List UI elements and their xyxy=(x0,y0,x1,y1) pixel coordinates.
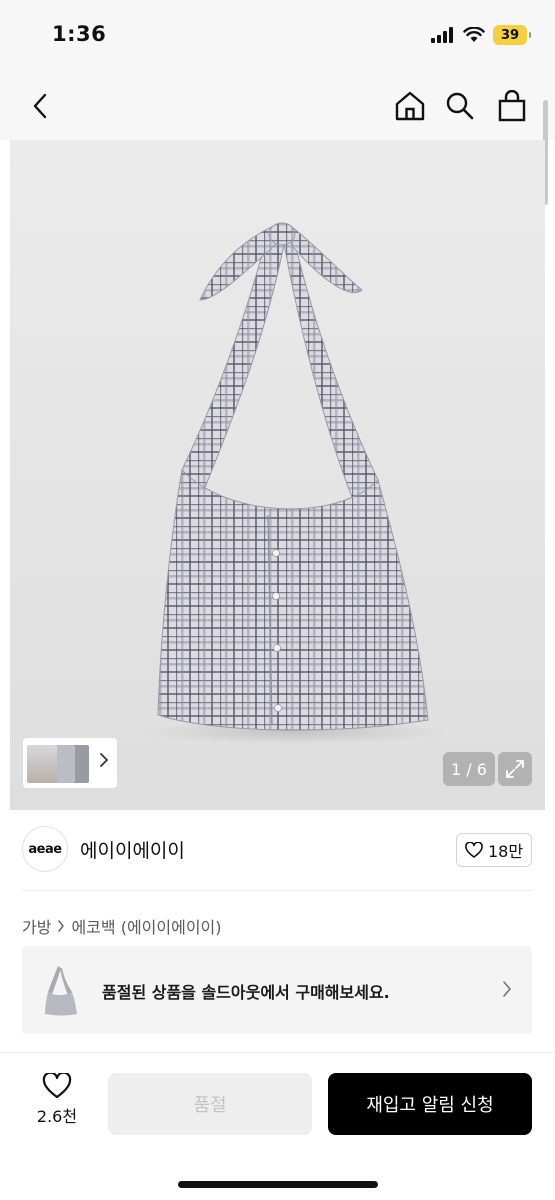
product-image-gallery[interactable]: 1 / 6 xyxy=(10,140,545,810)
home-icon xyxy=(395,91,425,121)
status-time: 1:36 xyxy=(52,22,107,46)
thumbnail-3 xyxy=(27,745,57,783)
brand-name[interactable]: 에이이에이이 xyxy=(80,836,185,863)
back-button[interactable] xyxy=(20,86,60,126)
thumbnail-stack xyxy=(27,743,91,783)
brand-like-button[interactable]: 18만 xyxy=(456,833,532,867)
search-icon xyxy=(446,92,474,120)
home-button[interactable] xyxy=(390,86,430,126)
breadcrumb-subcategory[interactable]: 에코백 (에이이에이이) xyxy=(71,914,221,938)
bottom-action-bar: 2.6천 품절 재입고 알림 신청 xyxy=(0,1052,555,1200)
chevron-right-icon xyxy=(58,920,65,932)
wishlist-button[interactable]: 2.6천 xyxy=(24,1073,90,1129)
breadcrumb: 가방 에코백 (에이이에이이) xyxy=(22,914,222,938)
chevron-right-icon xyxy=(100,753,109,767)
restock-alert-button[interactable]: 재입고 알림 신청 xyxy=(328,1073,532,1135)
soldout-banner[interactable]: 품절된 상품을 솔드아웃에서 구매해보세요. xyxy=(22,946,532,1034)
chevron-right-icon xyxy=(503,981,512,997)
soldout-banner-text: 품절된 상품을 솔드아웃에서 구매해보세요. xyxy=(102,983,390,1002)
brand-like-count: 18만 xyxy=(487,842,524,861)
status-bar: 1:36 39 xyxy=(0,0,555,72)
brand-logo[interactable]: aeae xyxy=(22,826,68,872)
status-icons: 39 xyxy=(431,24,531,46)
divider xyxy=(22,890,532,891)
image-counter: 1 / 6 xyxy=(443,752,495,786)
brand-row: aeae 에이이에이이 18만 xyxy=(22,826,534,874)
product-image xyxy=(145,222,445,744)
shopping-bag-icon xyxy=(498,90,526,122)
top-nav xyxy=(0,72,555,140)
battery-icon: 39 xyxy=(493,25,531,45)
cellular-signal-icon xyxy=(431,27,453,43)
breadcrumb-category[interactable]: 가방 xyxy=(22,914,51,938)
chevron-left-icon xyxy=(33,93,47,119)
soldout-button: 품절 xyxy=(108,1073,312,1135)
wishlist-count: 2.6천 xyxy=(36,1107,78,1126)
thumbnail-strip-button[interactable] xyxy=(23,738,117,788)
soldout-product-thumbnail xyxy=(45,966,77,1016)
cart-button[interactable] xyxy=(492,86,532,126)
expand-icon xyxy=(506,760,524,778)
heart-icon xyxy=(465,842,483,858)
search-button[interactable] xyxy=(440,86,480,126)
home-indicator xyxy=(178,1181,378,1188)
expand-button[interactable] xyxy=(498,752,532,786)
wifi-icon xyxy=(463,27,485,42)
heart-icon xyxy=(42,1073,72,1099)
